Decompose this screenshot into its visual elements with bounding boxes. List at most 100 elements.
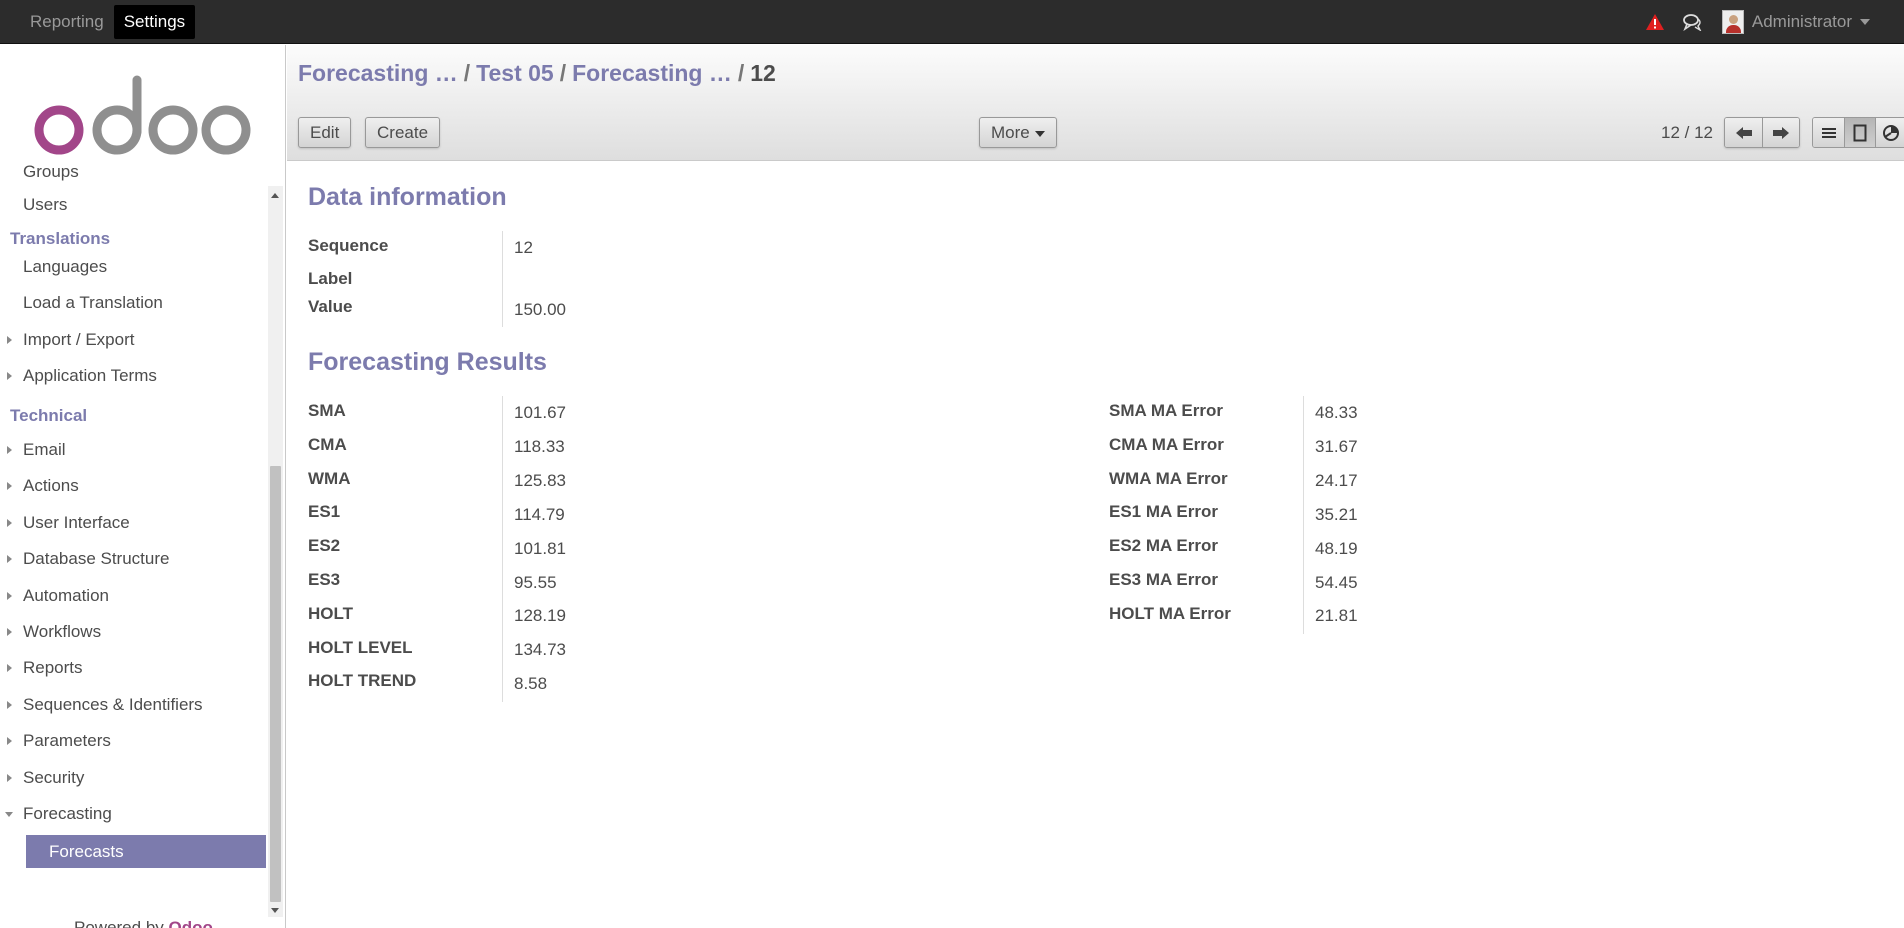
es1-ma-error-value: 35.21 bbox=[1315, 505, 1358, 524]
sidebar-item-actions[interactable]: Actions bbox=[0, 472, 79, 500]
sidebar-item-load-translation[interactable]: Load a Translation bbox=[0, 289, 163, 317]
list-view-button[interactable] bbox=[1813, 118, 1844, 147]
sidebar-scrollbar[interactable] bbox=[268, 186, 283, 917]
sidebar-item-import-export[interactable]: Import / Export bbox=[0, 326, 134, 354]
caret-right-icon bbox=[7, 664, 12, 672]
sidebar-item-label: Parameters bbox=[23, 731, 111, 750]
sma-label: SMA bbox=[308, 401, 346, 420]
sidebar-item-sequences[interactable]: Sequences & Identifiers bbox=[0, 691, 203, 719]
wma-ma-error-value: 24.17 bbox=[1315, 471, 1358, 490]
sidebar: Groups Users Translations Languages Load… bbox=[0, 45, 286, 928]
caret-right-icon bbox=[7, 737, 12, 745]
arrow-left-icon bbox=[1735, 126, 1752, 139]
sidebar-item-users[interactable]: Users bbox=[0, 191, 67, 219]
breadcrumb-separator: / bbox=[559, 60, 567, 86]
es3-label: ES3 bbox=[308, 570, 341, 589]
user-avatar[interactable] bbox=[1721, 10, 1744, 34]
sidebar-item-automation[interactable]: Automation bbox=[0, 582, 109, 610]
sidebar-section-translations: Translations bbox=[10, 229, 111, 248]
caret-right-icon bbox=[7, 555, 12, 563]
sidebar-item-application-terms[interactable]: Application Terms bbox=[0, 362, 157, 390]
alert-icon[interactable] bbox=[1645, 13, 1665, 31]
sidebar-item-label: Application Terms bbox=[23, 366, 157, 385]
sidebar-item-label: Forecasting bbox=[23, 804, 112, 823]
user-menu-name[interactable]: Administrator bbox=[1752, 12, 1852, 32]
sidebar-item-groups[interactable]: Groups bbox=[0, 158, 79, 186]
holt-trend-label: HOLT TREND bbox=[308, 671, 417, 690]
sidebar-item-label: Automation bbox=[23, 586, 109, 605]
sidebar-item-database-structure[interactable]: Database Structure bbox=[0, 545, 169, 573]
scroll-thumb[interactable] bbox=[270, 466, 281, 902]
control-panel: Forecasting … / Test 05/Forecasting …/12 E… bbox=[287, 45, 1904, 161]
holt-ma-error-value: 21.81 bbox=[1315, 606, 1358, 625]
edit-button[interactable]: Edit bbox=[298, 117, 352, 148]
sidebar-item-label: Reports bbox=[23, 658, 83, 677]
top-menu-settings[interactable]: Settings bbox=[113, 5, 196, 39]
chevron-down-icon bbox=[1034, 130, 1045, 137]
sma-ma-error-label: SMA MA Error bbox=[1109, 401, 1223, 420]
pager-buttons bbox=[1724, 117, 1800, 148]
create-button[interactable]: Create bbox=[365, 117, 441, 148]
es1-label: ES1 bbox=[308, 502, 341, 521]
scroll-up-arrow-icon[interactable] bbox=[271, 193, 279, 198]
powered-by: Powered by Odoo bbox=[74, 918, 213, 928]
breadcrumb-item-1[interactable]: Forecasting … bbox=[298, 60, 458, 86]
more-button-label: More bbox=[991, 123, 1030, 142]
top-menu: Reporting Settings bbox=[20, 5, 196, 39]
es2-ma-error-value: 48.19 bbox=[1315, 539, 1358, 558]
caret-right-icon bbox=[7, 519, 12, 527]
es3-ma-error-value: 54.45 bbox=[1315, 573, 1358, 592]
sidebar-item-reports[interactable]: Reports bbox=[0, 654, 83, 682]
sidebar-item-email[interactable]: Email bbox=[0, 436, 66, 464]
sidebar-item-label: Email bbox=[23, 440, 66, 459]
holt-trend-value: 8.58 bbox=[514, 674, 548, 693]
arrow-right-icon bbox=[1773, 126, 1789, 139]
breadcrumb-item-2[interactable]: Test 05 bbox=[476, 60, 554, 86]
more-button[interactable]: More bbox=[979, 117, 1057, 148]
pager-previous-button[interactable] bbox=[1725, 118, 1762, 147]
breadcrumb: Forecasting … / Test 05/Forecasting …/12 bbox=[298, 60, 776, 87]
pager-next-button[interactable] bbox=[1762, 118, 1799, 147]
pager-value[interactable]: 12 / 12 bbox=[1661, 123, 1713, 143]
sidebar-item-parameters[interactable]: Parameters bbox=[0, 727, 111, 755]
wma-label: WMA bbox=[308, 469, 351, 488]
sidebar-item-label: Workflows bbox=[23, 622, 102, 641]
sidebar-item-forecasts[interactable]: Forecasts bbox=[26, 835, 266, 868]
sidebar-item-user-interface[interactable]: User Interface bbox=[0, 509, 130, 537]
cma-ma-error-label: CMA MA Error bbox=[1109, 435, 1224, 454]
cma-label: CMA bbox=[308, 435, 347, 454]
sidebar-item-workflows[interactable]: Workflows bbox=[0, 618, 101, 646]
es3-value: 95.55 bbox=[514, 573, 557, 592]
holt-ma-error-label: HOLT MA Error bbox=[1109, 604, 1231, 623]
sidebar-item-label: Security bbox=[23, 768, 85, 787]
scroll-down-arrow-icon[interactable] bbox=[271, 908, 279, 913]
form-view-button[interactable] bbox=[1844, 118, 1875, 147]
sma-ma-error-value: 48.33 bbox=[1315, 403, 1358, 422]
chat-icon[interactable] bbox=[1682, 13, 1702, 31]
field-divider bbox=[502, 396, 503, 702]
breadcrumb-item-3[interactable]: Forecasting … bbox=[572, 60, 732, 86]
chevron-down-icon[interactable] bbox=[1860, 19, 1870, 25]
field-divider bbox=[1303, 396, 1304, 634]
sidebar-item-security[interactable]: Security bbox=[0, 764, 84, 792]
sidebar-item-forecasting[interactable]: Forecasting bbox=[0, 800, 112, 828]
top-menu-reporting[interactable]: Reporting bbox=[20, 5, 114, 39]
sequence-label: Sequence bbox=[308, 236, 389, 255]
graph-view-button[interactable] bbox=[1875, 118, 1904, 147]
sidebar-section-technical: Technical bbox=[10, 406, 88, 425]
top-bar: Reporting Settings Administrator bbox=[0, 0, 1904, 44]
caret-down-icon bbox=[5, 812, 13, 817]
sidebar-item-label: User Interface bbox=[23, 513, 130, 532]
odoo-logo[interactable] bbox=[33, 72, 251, 156]
form-icon bbox=[1853, 124, 1867, 141]
caret-right-icon bbox=[7, 592, 12, 600]
caret-right-icon bbox=[7, 372, 12, 380]
sidebar-item-languages[interactable]: Languages bbox=[0, 253, 107, 281]
value-value: 150.00 bbox=[514, 300, 566, 319]
caret-right-icon bbox=[7, 336, 12, 344]
powered-by-brand-link[interactable]: Odoo bbox=[169, 918, 213, 928]
top-right-area: Administrator bbox=[1645, 0, 1904, 44]
value-label: Value bbox=[308, 297, 353, 316]
breadcrumb-separator: / bbox=[463, 60, 471, 86]
cma-ma-error-value: 31.67 bbox=[1315, 437, 1358, 456]
